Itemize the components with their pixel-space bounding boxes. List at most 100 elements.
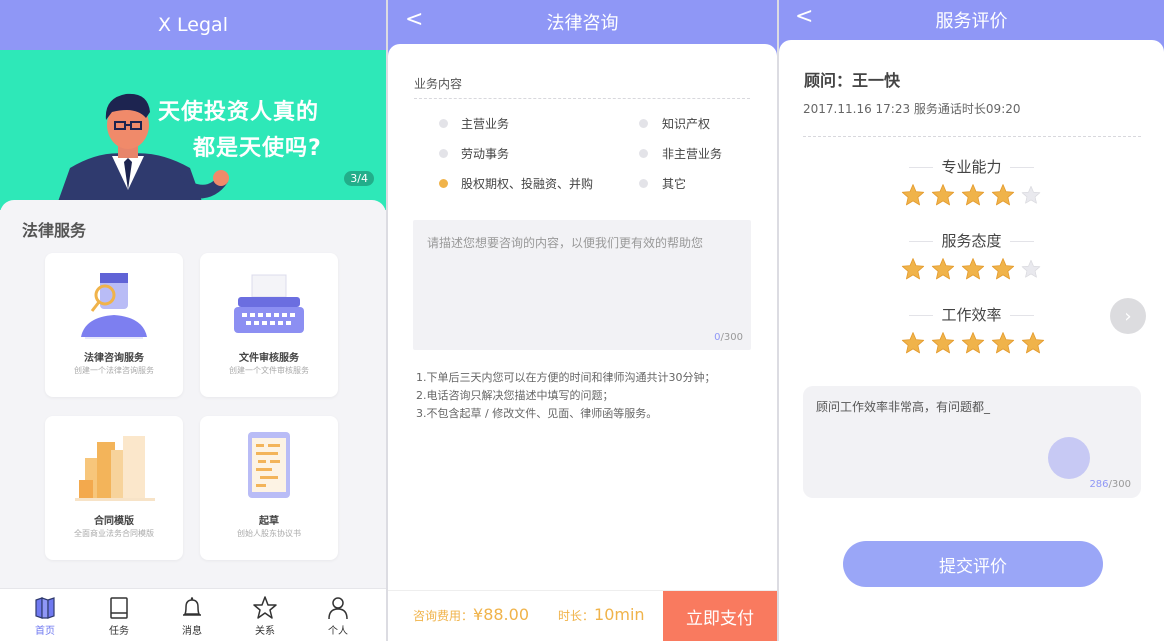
star-filled-icon[interactable]	[901, 331, 925, 355]
tab-label: 关系	[255, 626, 275, 637]
radio-icon	[639, 149, 648, 158]
star-empty-icon[interactable]	[1021, 185, 1041, 205]
star-filled-icon[interactable]	[901, 257, 925, 281]
star-filled-icon[interactable]	[961, 257, 985, 281]
tab-tasks[interactable]: 任务	[94, 593, 144, 641]
char-count: 286	[1089, 479, 1109, 490]
star-filled-icon[interactable]	[1021, 331, 1045, 355]
banner-line-1: 天使投资人真的	[158, 100, 320, 125]
buildings-illustration	[75, 436, 155, 501]
back-icon[interactable]: <	[795, 4, 813, 29]
card-title: 法律咨询服务	[84, 353, 144, 364]
card-subtitle: 创建一个文件审核服务	[229, 366, 309, 375]
tab-home[interactable]: 首页	[20, 593, 70, 641]
star-filled-icon[interactable]	[931, 331, 955, 355]
consult-form: 业务内容 主营业务 知识产权 劳动事务 非主营业务 股权期权、投融资、并购 其它…	[388, 44, 777, 590]
textarea-placeholder: 请描述您想要咨询的内容，以便我们更有效的帮助您	[427, 236, 704, 250]
promo-banner[interactable]: 天使投资人真的 都是天使吗? 3/4	[0, 50, 386, 210]
tab-label: 首页	[35, 626, 55, 637]
rating-stars-attitude[interactable]	[901, 257, 1051, 283]
typewriter-illustration	[234, 274, 304, 333]
rating-stars-efficiency[interactable]	[901, 331, 1051, 357]
char-counter: 0/300	[714, 332, 743, 343]
rating-title: 专业能力	[779, 156, 1164, 177]
consult-screen: < 法律咨询 业务内容 主营业务 知识产权 劳动事务 非主营业务 股权期权、投融…	[388, 0, 777, 641]
option-label: 其它	[662, 177, 687, 191]
header: < 法律咨询	[388, 0, 777, 44]
card-subtitle: 全面商业法务合同模版	[74, 529, 154, 538]
option-label: 知识产权	[662, 117, 711, 131]
star-filled-icon[interactable]	[961, 331, 985, 355]
review-form: 顾问：王一快 2017.11.16 17:23 服务通话时长09:20 专业能力…	[779, 40, 1164, 641]
fee-value: ¥88.00	[473, 605, 529, 624]
service-card-review[interactable]: 文件审核服务 创建一个文件审核服务	[200, 253, 338, 397]
star-filled-icon[interactable]	[901, 183, 925, 207]
option-label: 股权期权、投融资、并购	[461, 177, 594, 191]
banner-line-2: 都是天使吗?	[193, 136, 322, 161]
star-empty-icon[interactable]	[1021, 259, 1041, 279]
bottom-tab-bar: 首页 任务 消息 关系 个人	[0, 588, 386, 641]
rating-title: 工作效率	[779, 304, 1164, 325]
section-title: 法律服务	[22, 221, 87, 240]
star-filled-icon[interactable]	[931, 183, 955, 207]
rating-title: 服务态度	[779, 230, 1164, 251]
app-title: X Legal	[0, 0, 386, 50]
star-filled-icon[interactable]	[931, 257, 955, 281]
payment-bar: 咨询费用：¥88.00 时长：10min 立即支付	[388, 590, 777, 641]
radio-icon	[439, 119, 448, 128]
star-filled-icon[interactable]	[991, 257, 1015, 281]
call-meta: 2017.11.16 17:23 服务通话时长09:20	[803, 102, 1021, 116]
back-icon[interactable]: <	[405, 7, 423, 32]
note-item: 3.不包含起草 / 修改文件、见面、律师函等服务。	[416, 407, 658, 420]
consult-fee: 咨询费用：¥88.00	[413, 605, 529, 624]
tab-label: 个人	[328, 626, 348, 637]
submit-review-button[interactable]: 提交评价	[843, 541, 1103, 587]
tablet-document-illustration	[248, 432, 290, 498]
star-filled-icon[interactable]	[961, 183, 985, 207]
description-textarea[interactable]: 请描述您想要咨询的内容，以便我们更有效的帮助您 0/300	[413, 220, 751, 350]
char-counter: 286/300	[1089, 479, 1131, 490]
service-card-draft[interactable]: 起草 创始人股东协议书	[200, 416, 338, 560]
business-label: 业务内容	[414, 77, 463, 91]
touch-indicator	[1048, 437, 1090, 479]
option-label: 主营业务	[461, 117, 510, 131]
radio-icon	[439, 149, 448, 158]
duration-label: 时长：	[558, 609, 595, 623]
home-screen: X Legal 天使投资人真的 都是天使吗? 3/4 法律服务 法律咨询服务 创…	[0, 0, 386, 641]
card-subtitle: 创建一个法律咨询服务	[74, 366, 154, 375]
pay-now-button[interactable]: 立即支付	[663, 591, 777, 641]
radio-icon	[639, 179, 648, 188]
rating-stars-skill[interactable]	[901, 183, 1051, 209]
service-card-consult[interactable]: 法律咨询服务 创建一个法律咨询服务	[45, 253, 183, 397]
services-panel: 法律服务 法律咨询服务 创建一个法律咨询服务 文件审核服务 创建一个文件审核服务…	[0, 200, 386, 588]
star-filled-icon[interactable]	[991, 183, 1015, 207]
radio-icon	[639, 119, 648, 128]
card-subtitle: 创始人股东协议书	[237, 529, 301, 538]
option-label: 劳动事务	[461, 147, 510, 161]
star-filled-icon[interactable]	[991, 331, 1015, 355]
review-screen: < 服务评价 顾问：王一快 2017.11.16 17:23 服务通话时长09:…	[779, 0, 1164, 641]
option-label: 非主营业务	[662, 147, 723, 161]
home-icon	[35, 597, 55, 619]
next-arrow-button[interactable]: ›	[1110, 298, 1146, 334]
banner-pager: 3/4	[344, 171, 374, 186]
bell-icon	[183, 597, 201, 616]
advisor-illustration	[81, 273, 147, 339]
tab-label: 消息	[182, 626, 202, 637]
consult-duration: 时长：10min	[558, 605, 645, 624]
service-card-templates[interactable]: 合同模版 全面商业法务合同模版	[45, 416, 183, 560]
fee-label: 咨询费用：	[413, 609, 474, 623]
tab-messages[interactable]: 消息	[167, 593, 217, 641]
divider	[803, 136, 1141, 137]
tab-relations[interactable]: 关系	[240, 593, 290, 641]
card-title: 文件审核服务	[239, 353, 299, 364]
advisor-name: 顾问：王一快	[804, 71, 901, 90]
page-title: 法律咨询	[546, 13, 619, 34]
comment-textarea[interactable]: 顾问工作效率非常高，有问题都_ 286/300	[803, 386, 1141, 498]
char-max: /300	[1108, 479, 1131, 490]
note-item: 2.电话咨询只解决您描述中填写的问题；	[416, 389, 614, 402]
note-item: 1.下单后三天内您可以在方便的时间和律师沟通共计30分钟；	[416, 371, 716, 384]
tab-profile[interactable]: 个人	[313, 593, 363, 641]
page-title: 服务评价	[935, 11, 1008, 32]
header: < 服务评价	[779, 0, 1164, 40]
